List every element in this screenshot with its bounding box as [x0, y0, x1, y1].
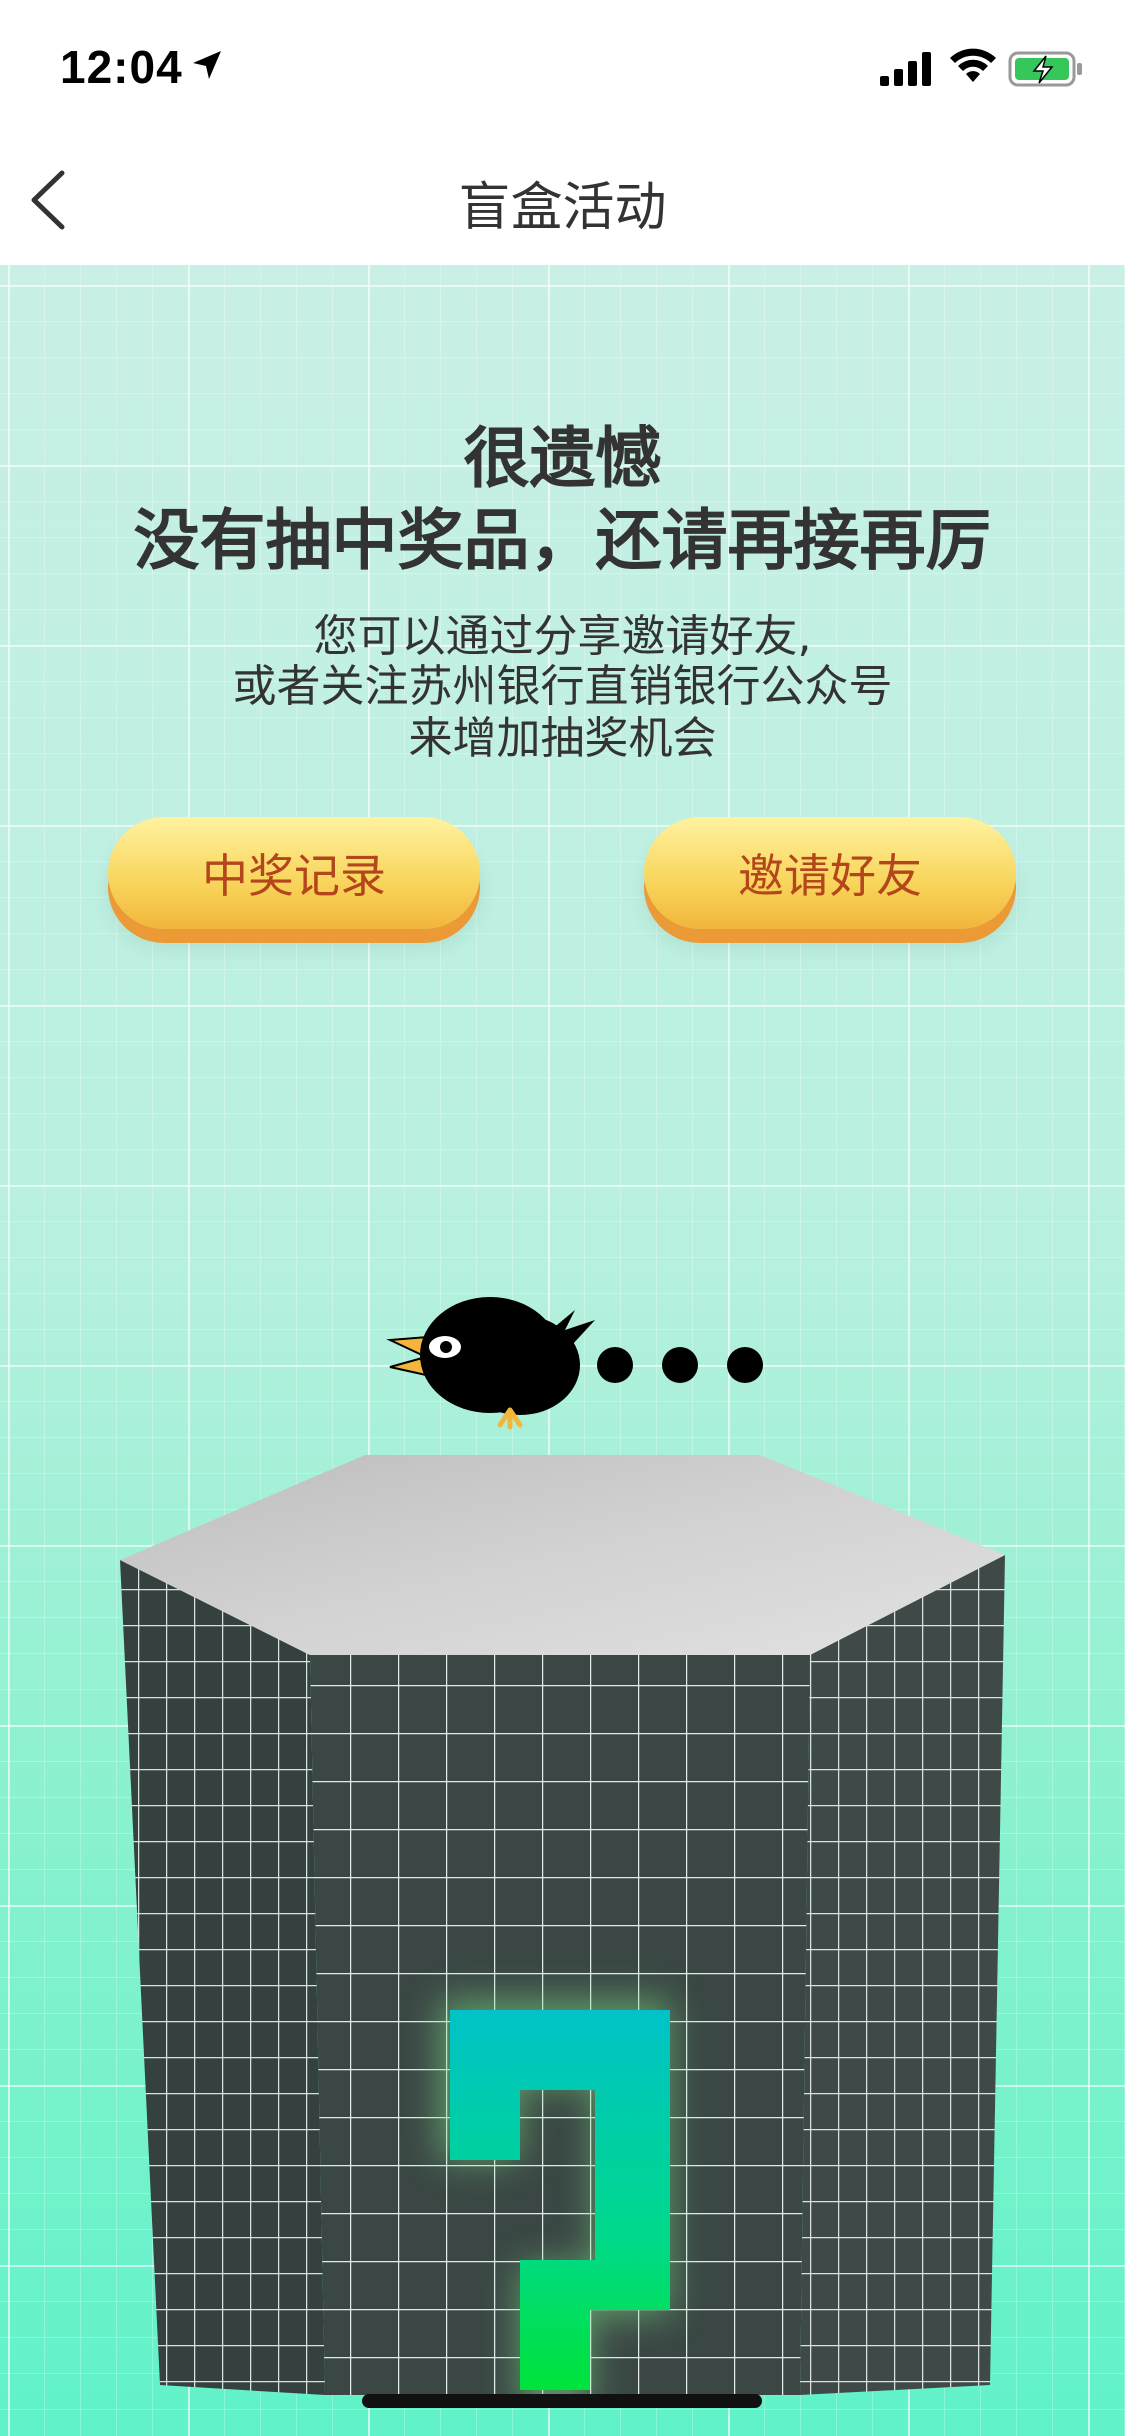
mystery-box-illustration	[120, 1455, 1005, 2395]
status-time: 12:04	[60, 41, 183, 93]
prize-records-button[interactable]: 中奖记录	[108, 817, 480, 929]
status-bar: 12:04	[0, 0, 1125, 135]
invite-friends-button[interactable]: 邀请好友	[644, 817, 1016, 929]
blind-box-content: 很遗憾 没有抽中奖品，还请再接再厉 您可以通过分享邀请好友, 或者关注苏州银行直…	[0, 265, 1125, 2436]
hint-text-line3: 来增加抽奖机会	[408, 713, 717, 764]
wifi-icon	[950, 48, 996, 82]
result-headline-secondary: 没有抽中奖品，还请再接再厉	[133, 502, 992, 579]
bird-mascot-illustration	[386, 1297, 763, 1430]
page-title: 盲盒活动	[458, 178, 667, 238]
battery-charging-icon	[1008, 51, 1082, 87]
home-indicator[interactable]	[362, 2394, 762, 2408]
location-arrow-icon	[193, 51, 221, 79]
cellular-signal-icon	[880, 52, 931, 86]
nav-bar: 盲盒活动	[0, 135, 1125, 265]
